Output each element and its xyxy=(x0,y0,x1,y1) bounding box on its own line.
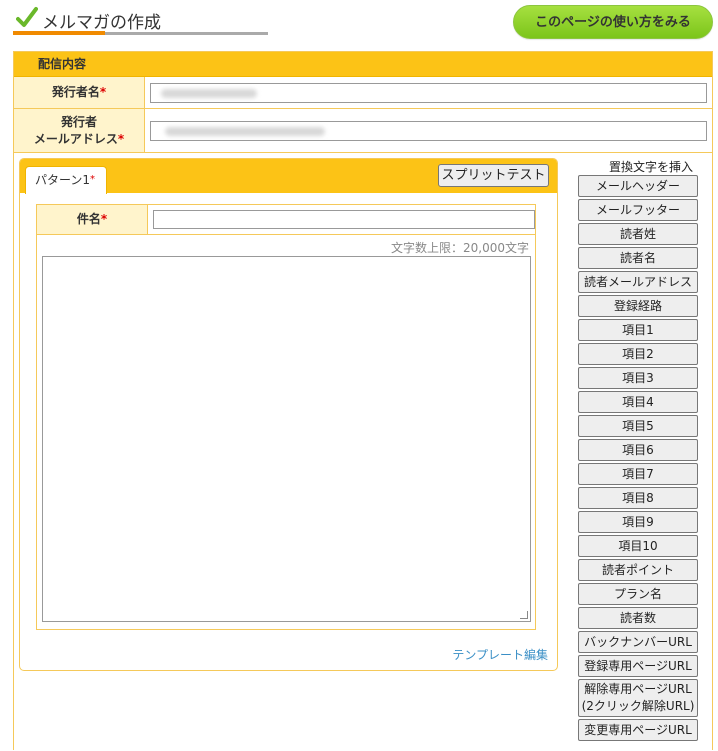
insert-field-4-button[interactable]: 項目4 xyxy=(578,391,698,413)
template-edit-link[interactable]: テンプレート編集 xyxy=(452,646,548,663)
replacement-list: メールヘッダー メールフッター 読者姓 読者名 読者メールアドレス 登録経路 項… xyxy=(578,175,698,743)
pattern-tab-bar: パターン1* スプリットテスト xyxy=(20,159,557,194)
pattern-panel: パターン1* スプリットテスト 件名* 文字数上限：20,000文字 テンプレー… xyxy=(19,158,558,671)
redacted-value xyxy=(165,126,325,136)
insert-mail-header-button[interactable]: メールヘッダー xyxy=(578,175,698,197)
subject-label: 件名* xyxy=(37,205,148,234)
sender-email-input[interactable] xyxy=(150,120,707,141)
page-header: メルマガの作成 このページの使い方をみる xyxy=(0,0,718,48)
check-icon xyxy=(16,7,38,27)
insert-field-10-button[interactable]: 項目10 xyxy=(578,535,698,557)
tab-pattern-1[interactable]: パターン1* xyxy=(25,166,107,194)
help-button[interactable]: このページの使い方をみる xyxy=(513,5,713,39)
insert-signup-route-button[interactable]: 登録経路 xyxy=(578,295,698,317)
insert-signup-page-url-button[interactable]: 登録専用ページURL xyxy=(578,655,698,677)
redacted-value xyxy=(161,88,257,98)
insert-change-page-url-button[interactable]: 変更専用ページURL xyxy=(578,719,698,741)
insert-field-3-button[interactable]: 項目3 xyxy=(578,367,698,389)
insert-reader-email-button[interactable]: 読者メールアドレス xyxy=(578,271,698,293)
replacement-title: 置換文字を挿入 xyxy=(608,160,693,174)
char-limit-text: 文字数上限：20,000文字 xyxy=(391,241,529,255)
required-mark: * xyxy=(99,85,107,99)
insert-unsubscribe-page-url-button[interactable]: 解除専用ページURL (2クリック解除URL) xyxy=(578,679,698,717)
required-mark: * xyxy=(117,131,125,146)
insert-plan-name-button[interactable]: プラン名 xyxy=(578,583,698,605)
insert-reader-points-button[interactable]: 読者ポイント xyxy=(578,559,698,581)
page-title: メルマガの作成 xyxy=(42,13,161,33)
insert-mail-footer-button[interactable]: メールフッター xyxy=(578,199,698,221)
insert-field-7-button[interactable]: 項目7 xyxy=(578,463,698,485)
title-underline-accent xyxy=(13,31,105,35)
sender-name-label: 発行者名* xyxy=(14,77,145,108)
insert-field-6-button[interactable]: 項目6 xyxy=(578,439,698,461)
insert-field-9-button[interactable]: 項目9 xyxy=(578,511,698,533)
title-underline xyxy=(105,32,268,35)
insert-first-name-button[interactable]: 読者名 xyxy=(578,247,698,269)
sender-name-input[interactable] xyxy=(150,82,707,103)
insert-field-5-button[interactable]: 項目5 xyxy=(578,415,698,437)
section-header: 配信内容 xyxy=(14,52,712,77)
delivery-content-form: 配信内容 発行者名* 発行者 メールアドレス* パターン1* スプリットテスト xyxy=(13,51,713,750)
body-editor: 文字数上限：20,000文字 xyxy=(36,235,536,630)
insert-field-1-button[interactable]: 項目1 xyxy=(578,319,698,341)
split-test-button[interactable]: スプリットテスト xyxy=(438,164,549,187)
subject-input[interactable] xyxy=(153,210,535,229)
insert-backnumber-url-button[interactable]: バックナンバーURL xyxy=(578,631,698,653)
insert-field-8-button[interactable]: 項目8 xyxy=(578,487,698,509)
body-textarea[interactable] xyxy=(42,256,531,622)
insert-reader-count-button[interactable]: 読者数 xyxy=(578,607,698,629)
insert-field-2-button[interactable]: 項目2 xyxy=(578,343,698,365)
insert-last-name-button[interactable]: 読者姓 xyxy=(578,223,698,245)
sender-email-label: 発行者 メールアドレス* xyxy=(14,109,145,152)
subject-row: 件名* xyxy=(36,204,536,235)
sender-email-row: 発行者 メールアドレス* xyxy=(14,109,712,153)
resize-grip-icon[interactable] xyxy=(520,611,528,619)
sender-name-row: 発行者名* xyxy=(14,77,712,109)
